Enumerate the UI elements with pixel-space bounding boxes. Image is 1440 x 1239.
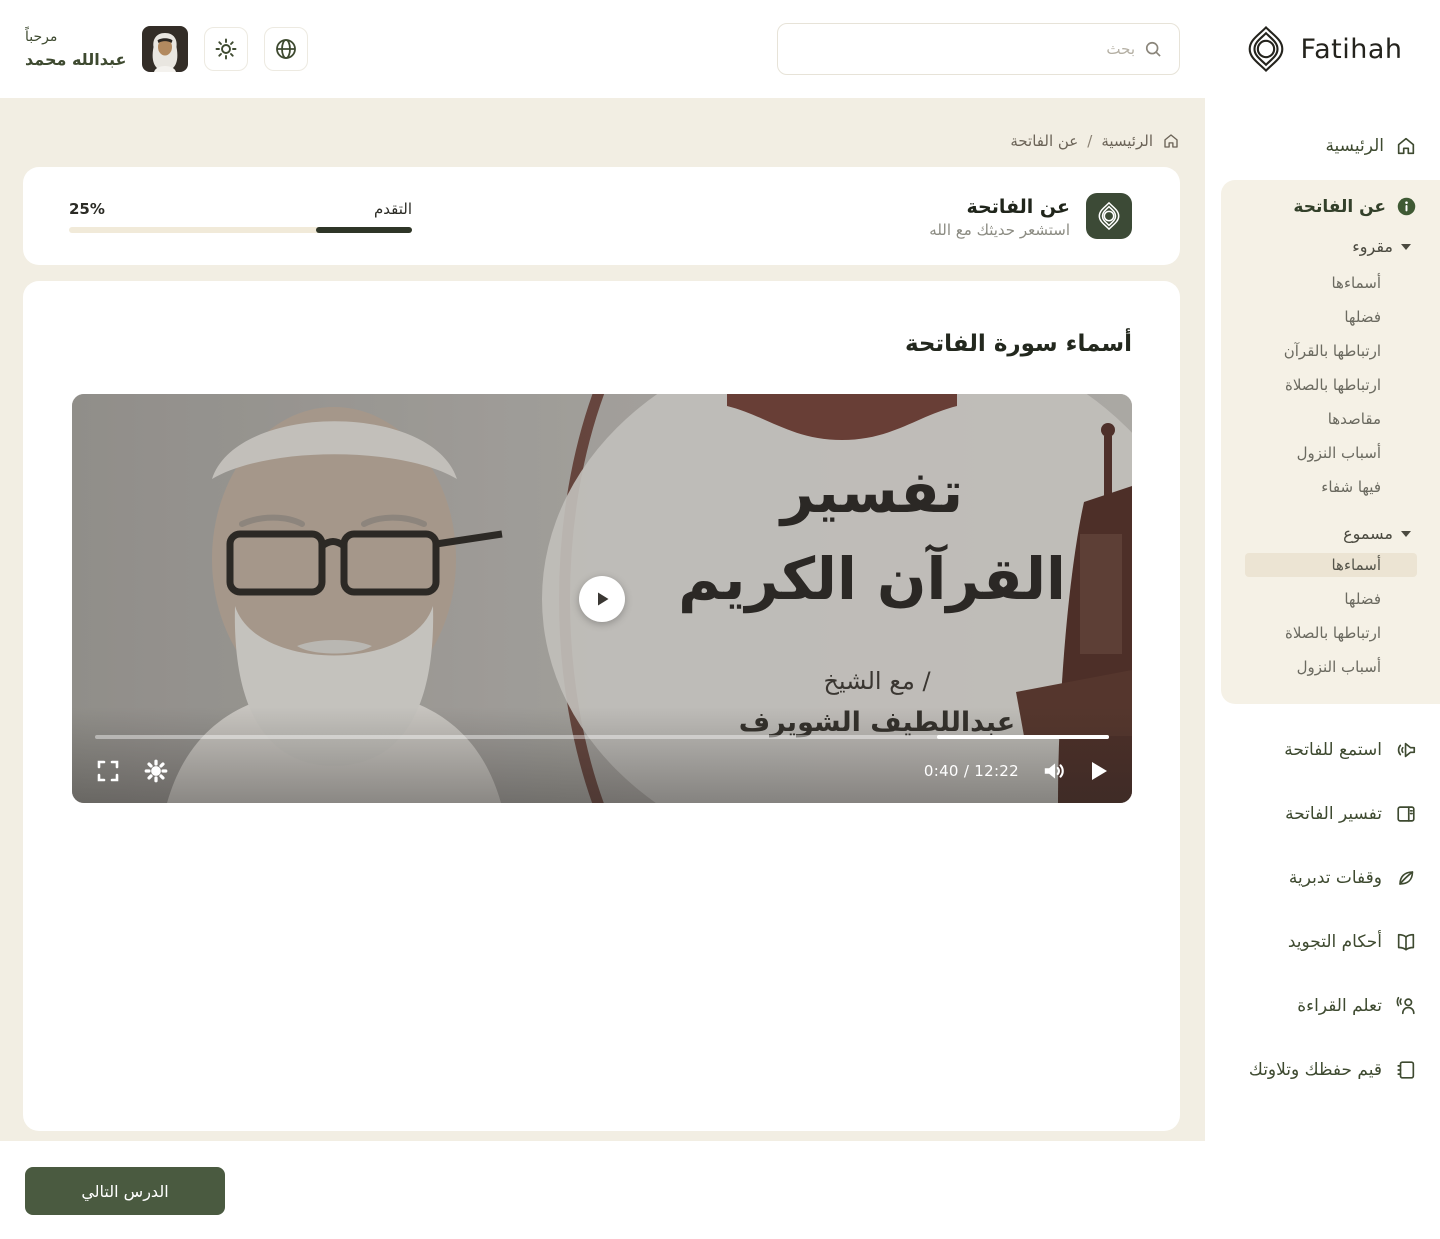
leaf-icon xyxy=(1395,867,1417,889)
thumb-title-line1: تفسير xyxy=(778,458,963,527)
progress-card-subtitle: استشعر حديثك مع الله xyxy=(929,221,1070,239)
sidebar-item-read-quran-link[interactable]: ارتباطها بالقرآن xyxy=(1221,334,1417,368)
sidebar-item-read-prayer-link[interactable]: ارتباطها بالصلاة xyxy=(1221,368,1417,402)
search-bar[interactable] xyxy=(777,23,1180,75)
breadcrumb: الرئيسية / عن الفاتحة xyxy=(23,132,1180,150)
sidebar-item-read-revelation[interactable]: أسباب النزول xyxy=(1221,436,1417,470)
thumb-title-line2: القرآن الكريم xyxy=(678,543,1066,614)
sidebar-links: استمع للفاتحة تفسير الفاتحة xyxy=(1205,718,1440,1102)
notebook-icon xyxy=(1395,1059,1417,1081)
avatar[interactable] xyxy=(142,26,188,72)
thumb-sub-line1: مع الشيخ / xyxy=(823,667,931,695)
progress-card-header: عن الفاتحة استشعر حديثك مع الله xyxy=(929,193,1132,240)
main-content: الرئيسية / عن الفاتحة عن الفاتحة xyxy=(0,98,1205,1141)
video-player[interactable]: تفسير القرآن الكريم مع الشيخ / عبداللطيف… xyxy=(72,394,1132,803)
sidebar-item-learn-reading[interactable]: تعلم القراءة xyxy=(1205,974,1440,1038)
sidebar-item-audio-virtue[interactable]: فضلها xyxy=(1221,582,1417,616)
speaker-icon xyxy=(1395,739,1417,761)
home-icon xyxy=(1395,135,1417,157)
sidebar-item-read-names[interactable]: أسماءها xyxy=(1221,266,1417,300)
progress-fill xyxy=(316,227,412,233)
volume-button[interactable] xyxy=(1041,758,1067,784)
brand[interactable]: Fatihah xyxy=(1205,26,1440,72)
sidebar-home-label: الرئيسية xyxy=(1325,136,1384,156)
globe-icon xyxy=(274,37,298,61)
sidebar-item-read-virtue[interactable]: فضلها xyxy=(1221,300,1417,334)
header: Fatihah xyxy=(0,0,1440,98)
progress-card-title: عن الفاتحة xyxy=(929,193,1070,222)
group-read-label: مقروء xyxy=(1352,237,1393,256)
greeting: مرحباً عبدالله محمد xyxy=(25,27,126,70)
progress-card-titles: عن الفاتحة استشعر حديثك مع الله xyxy=(929,193,1070,240)
chevron-down-icon xyxy=(1401,531,1411,537)
video-settings-button[interactable] xyxy=(143,758,169,784)
video-time: 0:40 / 12:22 xyxy=(924,762,1019,780)
play-button-center[interactable] xyxy=(579,576,625,622)
breadcrumb-current: عن الفاتحة xyxy=(1010,132,1078,150)
breadcrumb-home[interactable]: الرئيسية xyxy=(1101,132,1153,150)
sidebar-item-read-healing[interactable]: فيها شفاء xyxy=(1221,470,1417,504)
sidebar-item-tajweed[interactable]: أحكام التجويد xyxy=(1205,910,1440,974)
info-icon xyxy=(1396,196,1417,217)
settings-button[interactable] xyxy=(204,27,248,71)
sidebar-group-read[interactable]: مقروء xyxy=(1221,237,1411,256)
progress-value: 25% xyxy=(69,200,105,218)
reflections-label: وقفات تدبرية xyxy=(1289,868,1382,888)
breadcrumb-home-icon xyxy=(1162,132,1180,150)
evaluate-label: قيم حفظك وتلاوتك xyxy=(1249,1060,1382,1080)
greeting-hello: مرحباً xyxy=(25,27,126,47)
breadcrumb-separator: / xyxy=(1087,132,1092,150)
fatihah-badge-icon xyxy=(1086,193,1132,239)
tajweed-label: أحكام التجويد xyxy=(1288,932,1382,952)
fullscreen-button[interactable] xyxy=(95,758,121,784)
tafsir-label: تفسير الفاتحة xyxy=(1285,804,1382,824)
lesson-card: أسماء سورة الفاتحة xyxy=(23,281,1180,1131)
shell: الرئيسية عن الفاتحة مقروء xyxy=(0,98,1440,1141)
next-lesson-button[interactable]: الدرس التالي xyxy=(25,1167,225,1215)
sidebar: الرئيسية عن الفاتحة مقروء xyxy=(1205,98,1440,1141)
footer: الدرس التالي xyxy=(0,1141,1440,1239)
sidebar-item-tafsir-fatihah[interactable]: تفسير الفاتحة xyxy=(1205,782,1440,846)
open-book-icon xyxy=(1395,931,1417,953)
person-speaking-icon xyxy=(1395,995,1417,1017)
sidebar-item-read-purposes[interactable]: مقاصدها xyxy=(1221,402,1417,436)
sidebar-item-audio-names-active[interactable]: أسماءها xyxy=(1245,553,1417,577)
brand-name: Fatihah xyxy=(1301,34,1403,65)
progress-box: التقدم 25% xyxy=(69,200,412,233)
gear-icon xyxy=(214,37,238,61)
sidebar-item-audio-revelation[interactable]: أسباب النزول xyxy=(1221,650,1417,684)
fatihah-logo-icon xyxy=(1243,26,1289,72)
progress-label: التقدم xyxy=(374,200,412,218)
language-button[interactable] xyxy=(264,27,308,71)
layout-book-icon xyxy=(1395,803,1417,825)
listen-label: استمع للفاتحة xyxy=(1284,740,1382,760)
video-seekbar-played xyxy=(937,735,1109,739)
group-audio-label: مسموع xyxy=(1343,524,1393,543)
page: Fatihah xyxy=(0,0,1440,1239)
sidebar-item-about-fatihah[interactable]: عن الفاتحة xyxy=(1221,196,1417,217)
user-area: مرحباً عبدالله محمد xyxy=(0,26,308,72)
sidebar-about-section: عن الفاتحة مقروء أسماءها فضلها ارتباطها … xyxy=(1221,180,1440,704)
learn-reading-label: تعلم القراءة xyxy=(1297,996,1382,1016)
search-icon xyxy=(1143,39,1163,59)
video-controls: 0:40 / 12:22 xyxy=(95,753,1109,789)
sidebar-group-audio[interactable]: مسموع xyxy=(1221,524,1411,543)
search-input[interactable] xyxy=(794,40,1135,58)
play-button-bar[interactable] xyxy=(1089,760,1109,782)
chevron-down-icon xyxy=(1401,244,1411,250)
lesson-title: أسماء سورة الفاتحة xyxy=(72,331,1132,357)
sidebar-item-audio-prayer-link[interactable]: ارتباطها بالصلاة xyxy=(1221,616,1417,650)
progress-card: عن الفاتحة استشعر حديثك مع الله التقدم 2… xyxy=(23,167,1180,265)
sidebar-item-listen-fatihah[interactable]: استمع للفاتحة xyxy=(1205,718,1440,782)
sidebar-item-home[interactable]: الرئيسية xyxy=(1205,124,1440,168)
progress-track xyxy=(69,227,412,233)
video-seekbar[interactable] xyxy=(95,735,1109,739)
about-title-label: عن الفاتحة xyxy=(1293,197,1386,217)
sidebar-item-evaluate[interactable]: قيم حفظك وتلاوتك xyxy=(1205,1038,1440,1102)
sidebar-item-reflections[interactable]: وقفات تدبرية xyxy=(1205,846,1440,910)
greeting-name: عبدالله محمد xyxy=(25,48,126,71)
